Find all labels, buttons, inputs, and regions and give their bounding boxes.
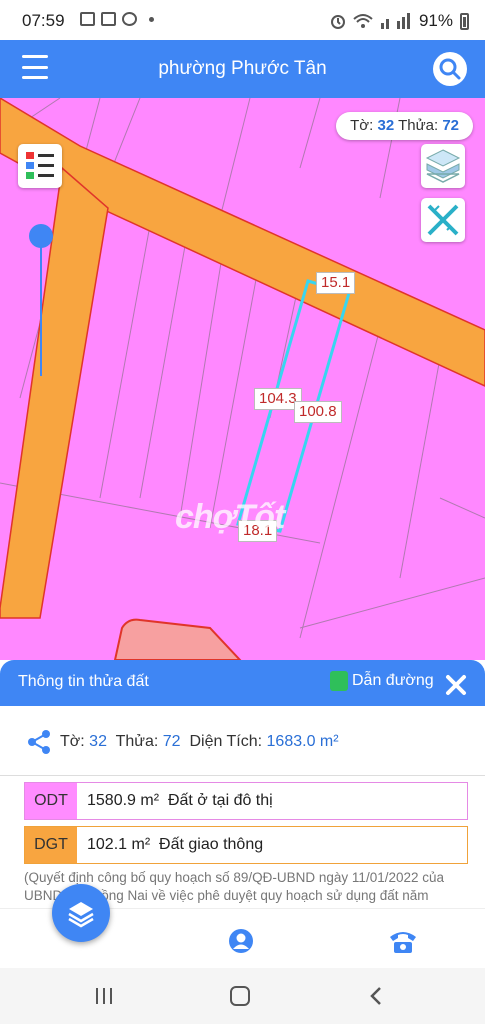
alarm-icon bbox=[330, 15, 345, 29]
wifi-icon bbox=[353, 14, 373, 28]
info-parcel-value: 72 bbox=[162, 733, 181, 750]
parcel-info-row: Tờ: 32 Thửa: 72 Diện Tích: 1683.0 m² bbox=[0, 706, 485, 776]
opacity-slider-track[interactable] bbox=[40, 236, 42, 376]
zalo-notification-icon bbox=[101, 12, 116, 26]
phone-icon bbox=[390, 932, 416, 953]
status-right: 91% bbox=[330, 11, 469, 31]
legend-button[interactable] bbox=[18, 144, 62, 188]
back-icon bbox=[370, 987, 381, 1005]
stack-layers-icon bbox=[68, 902, 94, 928]
recent-apps-icon bbox=[96, 988, 112, 1004]
more-notifications-icon bbox=[149, 16, 154, 22]
gallery-notification-icon bbox=[80, 12, 95, 26]
close-button[interactable] bbox=[443, 672, 469, 698]
chip-sheet-label: Tờ: bbox=[350, 117, 374, 134]
search-button[interactable] bbox=[433, 52, 467, 86]
layers-fab-button[interactable] bbox=[52, 884, 110, 942]
land-use-row: DGT 102.1 m² Đất giao thông bbox=[24, 826, 468, 864]
land-use-area: 102.1 m² bbox=[87, 836, 151, 853]
home-icon bbox=[230, 986, 250, 1006]
system-nav-bar bbox=[0, 968, 485, 1024]
battery-icon bbox=[460, 12, 469, 30]
facebook-notification-icon bbox=[122, 12, 137, 26]
directions-button[interactable]: Dẫn đường bbox=[330, 671, 434, 691]
profile-icon bbox=[229, 929, 253, 953]
land-use-row: ODT 1580.9 m² Đất ở tại đô thị bbox=[24, 782, 468, 820]
opacity-slider-handle[interactable] bbox=[29, 224, 53, 248]
sheet-title: Thông tin thửa đất bbox=[18, 673, 149, 690]
land-use-name: Đất giao thông bbox=[159, 836, 264, 853]
layers-button[interactable] bbox=[421, 144, 465, 188]
land-use-name: Đất ở tại đô thị bbox=[167, 792, 273, 809]
layers-icon bbox=[425, 149, 461, 183]
measure-button[interactable] bbox=[421, 198, 465, 242]
map-canvas[interactable] bbox=[0, 98, 485, 660]
chip-parcel-value: 72 bbox=[442, 117, 459, 134]
watermark-logo: chợTốt bbox=[175, 498, 285, 536]
info-area-label: Diện Tích: bbox=[189, 733, 263, 750]
close-icon bbox=[446, 675, 466, 695]
directions-label: Dẫn đường bbox=[352, 672, 434, 689]
land-use-code: DGT bbox=[25, 827, 77, 863]
page-title: phường Phước Tân bbox=[158, 58, 327, 79]
profile-button[interactable] bbox=[228, 928, 254, 954]
share-icon bbox=[28, 730, 50, 754]
battery-percent: 91% bbox=[418, 11, 453, 30]
info-area-value: 1683.0 m² bbox=[266, 733, 339, 750]
search-icon bbox=[439, 58, 461, 80]
dimension-right: 100.8 bbox=[294, 401, 342, 423]
back-button[interactable] bbox=[364, 984, 388, 1008]
land-use-code: ODT bbox=[25, 783, 77, 819]
land-use-area: 1580.9 m² bbox=[87, 792, 160, 809]
info-sheet-value: 32 bbox=[89, 733, 107, 750]
chip-sheet-value: 32 bbox=[377, 117, 395, 134]
planning-zone bbox=[113, 618, 242, 660]
recent-apps-button[interactable] bbox=[92, 984, 116, 1008]
info-sheet-label: Tờ: bbox=[60, 733, 85, 750]
signal-icon bbox=[380, 13, 410, 29]
notification-icons bbox=[80, 12, 154, 26]
chip-parcel-label: Thửa: bbox=[398, 117, 439, 134]
share-button[interactable] bbox=[26, 729, 52, 755]
info-parcel-label: Thửa: bbox=[115, 733, 159, 750]
measure-icon bbox=[427, 204, 459, 236]
map-view[interactable]: Tờ: 32 Thửa: 72 15.1 104.3 100.8 18.1 ch… bbox=[0, 98, 485, 660]
phone-button[interactable] bbox=[388, 927, 418, 955]
land-use-desc: 1580.9 m² Đất ở tại đô thị bbox=[87, 783, 273, 819]
side-road bbox=[0, 166, 109, 619]
land-use-desc: 102.1 m² Đất giao thông bbox=[87, 827, 263, 863]
status-bar: 07:59 91% bbox=[0, 0, 485, 40]
dimension-top: 15.1 bbox=[316, 272, 356, 294]
directions-icon bbox=[330, 671, 348, 691]
parcel-chip: Tờ: 32 Thửa: 72 bbox=[336, 112, 473, 140]
status-time: 07:59 bbox=[22, 11, 65, 30]
app-bar: phường Phước Tân bbox=[0, 40, 485, 98]
home-button[interactable] bbox=[228, 984, 252, 1008]
legend-icon bbox=[26, 152, 54, 179]
sheet-header: Thông tin thửa đất Dẫn đường bbox=[0, 660, 485, 706]
parcel-info-text: Tờ: 32 Thửa: 72 Diện Tích: 1683.0 m² bbox=[60, 733, 339, 751]
